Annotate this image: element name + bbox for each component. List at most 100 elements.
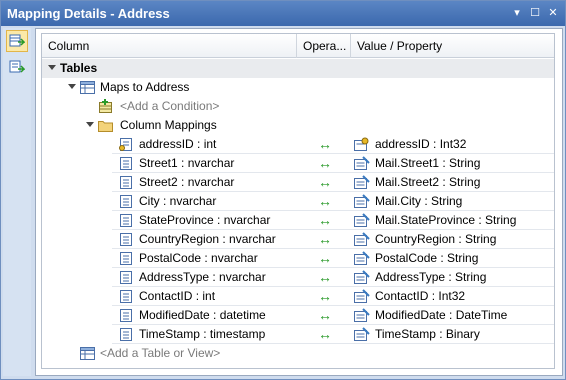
operator-icon[interactable]: ↔ — [298, 250, 352, 266]
column-name[interactable]: Street1 : nvarchar — [139, 156, 234, 170]
add-condition-label: <Add a Condition> — [120, 99, 220, 113]
add-table-label: <Add a Table or View> — [100, 346, 221, 360]
dropdown-button[interactable]: ▾ — [509, 5, 525, 21]
tables-label: Tables — [60, 61, 98, 75]
property-icon — [354, 327, 370, 341]
column-name[interactable]: addressID : int — [139, 137, 216, 151]
column-name[interactable]: Street2 : nvarchar — [139, 175, 234, 189]
table-icon — [80, 347, 95, 360]
folder-icon — [98, 121, 113, 132]
add-table-row[interactable]: <Add a Table or View> — [42, 344, 554, 363]
side-toolbar — [3, 28, 31, 376]
column-icon — [120, 214, 132, 227]
mapping-row[interactable]: CountryRegion : nvarchar ↔ CountryRegion :… — [42, 230, 554, 249]
mapping-content: Column Opera... Value / Property Tables — [35, 28, 563, 376]
column-icon — [120, 328, 132, 341]
map-entity-to-functions-button[interactable] — [6, 56, 28, 78]
close-button[interactable]: ✕ — [545, 5, 561, 21]
column-icon — [120, 252, 132, 265]
mapping-row[interactable]: addressID : int ↔ addressID : Int32 — [42, 135, 554, 154]
property-value[interactable]: Mail.StateProvince : String — [375, 213, 516, 227]
property-value[interactable]: CountryRegion : String — [375, 232, 496, 246]
property-icon — [354, 251, 370, 265]
mapping-row[interactable]: Street2 : nvarchar ↔ Mail.Street2 : String — [42, 173, 554, 192]
operator-icon[interactable]: ↔ — [298, 288, 352, 304]
property-value[interactable]: Mail.City : String — [375, 194, 462, 208]
operator-icon[interactable]: ↔ — [298, 193, 352, 209]
property-icon — [354, 175, 370, 189]
collapse-arrow-icon[interactable] — [68, 84, 76, 89]
value-property-header[interactable]: Value / Property — [351, 34, 554, 58]
column-name[interactable]: CountryRegion : nvarchar — [139, 232, 276, 246]
mapping-row[interactable]: ContactID : int ↔ ContactID : Int32 — [42, 287, 554, 306]
table-mapping-icon — [9, 34, 25, 47]
grid-header: Column Opera... Value / Property — [42, 34, 554, 58]
column-mappings-label: Column Mappings — [120, 118, 217, 132]
collapse-arrow-icon[interactable] — [48, 65, 56, 70]
property-value[interactable]: ModifiedDate : DateTime — [375, 308, 507, 322]
column-mappings-row[interactable]: Column Mappings — [42, 116, 554, 135]
column-name[interactable]: StateProvince : nvarchar — [139, 213, 270, 227]
operator-icon[interactable]: ↔ — [298, 326, 352, 342]
operator-icon[interactable]: ↔ — [298, 269, 352, 285]
column-name[interactable]: ContactID : int — [139, 289, 215, 303]
tables-section-row[interactable]: Tables — [42, 59, 554, 78]
property-icon — [354, 213, 370, 227]
mapping-row[interactable]: PostalCode : nvarchar ↔ PostalCode : Strin… — [42, 249, 554, 268]
property-icon — [354, 232, 370, 246]
column-name[interactable]: AddressType : nvarchar — [139, 270, 266, 284]
mapping-details-window: Mapping Details - Address ▾ ☐ ✕ Column O… — [0, 0, 566, 380]
operator-icon[interactable]: ↔ — [298, 307, 352, 323]
collapse-arrow-icon[interactable] — [86, 122, 94, 127]
mapping-row[interactable]: Street1 : nvarchar ↔ Mail.Street1 : String — [42, 154, 554, 173]
property-value[interactable]: addressID : Int32 — [375, 137, 466, 151]
operator-icon[interactable]: ↔ — [298, 155, 352, 171]
operator-icon[interactable]: ↔ — [298, 174, 352, 190]
map-entity-to-tables-button[interactable] — [6, 30, 28, 52]
mapping-grid: Column Opera... Value / Property Tables — [41, 33, 555, 369]
function-mapping-icon — [9, 60, 25, 73]
column-name[interactable]: PostalCode : nvarchar — [139, 251, 258, 265]
column-icon — [120, 176, 132, 189]
mapping-row[interactable]: ModifiedDate : datetime ↔ ModifiedDate : D… — [42, 306, 554, 325]
operator-icon[interactable]: ↔ — [298, 231, 352, 247]
operator-icon[interactable]: ↔ — [298, 212, 352, 228]
condition-icon — [99, 99, 112, 113]
mapping-row[interactable]: AddressType : nvarchar ↔ AddressType : Str… — [42, 268, 554, 287]
operator-icon[interactable]: ↔ — [298, 136, 352, 152]
title-bar: Mapping Details - Address ▾ ☐ ✕ — [1, 1, 565, 26]
column-icon — [120, 290, 132, 303]
property-value[interactable]: TimeStamp : Binary — [375, 327, 480, 341]
column-header[interactable]: Column — [42, 34, 297, 58]
property-value[interactable]: Mail.Street2 : String — [375, 175, 480, 189]
property-icon — [354, 156, 370, 170]
column-name[interactable]: TimeStamp : timestamp — [139, 327, 265, 341]
mapping-row[interactable]: City : nvarchar ↔ Mail.City : String — [42, 192, 554, 211]
column-name[interactable]: City : nvarchar — [139, 194, 216, 208]
property-icon — [354, 270, 370, 284]
maximize-button[interactable]: ☐ — [527, 5, 543, 21]
maps-to-label: Maps to Address — [100, 80, 190, 94]
property-value[interactable]: ContactID : Int32 — [375, 289, 465, 303]
mapping-row[interactable]: StateProvince : nvarchar ↔ Mail.StateProvi… — [42, 211, 554, 230]
operator-header[interactable]: Opera... — [297, 34, 351, 58]
body-area: Column Opera... Value / Property Tables — [1, 26, 565, 379]
column-icon — [120, 309, 132, 322]
maps-to-row[interactable]: Maps to Address — [42, 78, 554, 97]
add-condition-row[interactable]: <Add a Condition> — [42, 97, 554, 116]
property-value[interactable]: PostalCode : String — [375, 251, 478, 265]
mapping-row[interactable]: TimeStamp : timestamp ↔ TimeStamp : Binary — [42, 325, 554, 344]
key-property-icon — [354, 137, 369, 151]
column-icon — [120, 233, 132, 246]
property-value[interactable]: AddressType : String — [375, 270, 486, 284]
property-icon — [354, 308, 370, 322]
column-name[interactable]: ModifiedDate : datetime — [139, 308, 266, 322]
column-icon — [120, 157, 132, 170]
table-icon — [80, 81, 95, 94]
column-icon — [120, 195, 132, 208]
key-column-icon — [119, 138, 132, 151]
window-title: Mapping Details - Address — [7, 6, 170, 21]
column-icon — [120, 271, 132, 284]
property-value[interactable]: Mail.Street1 : String — [375, 156, 480, 170]
property-icon — [354, 289, 370, 303]
